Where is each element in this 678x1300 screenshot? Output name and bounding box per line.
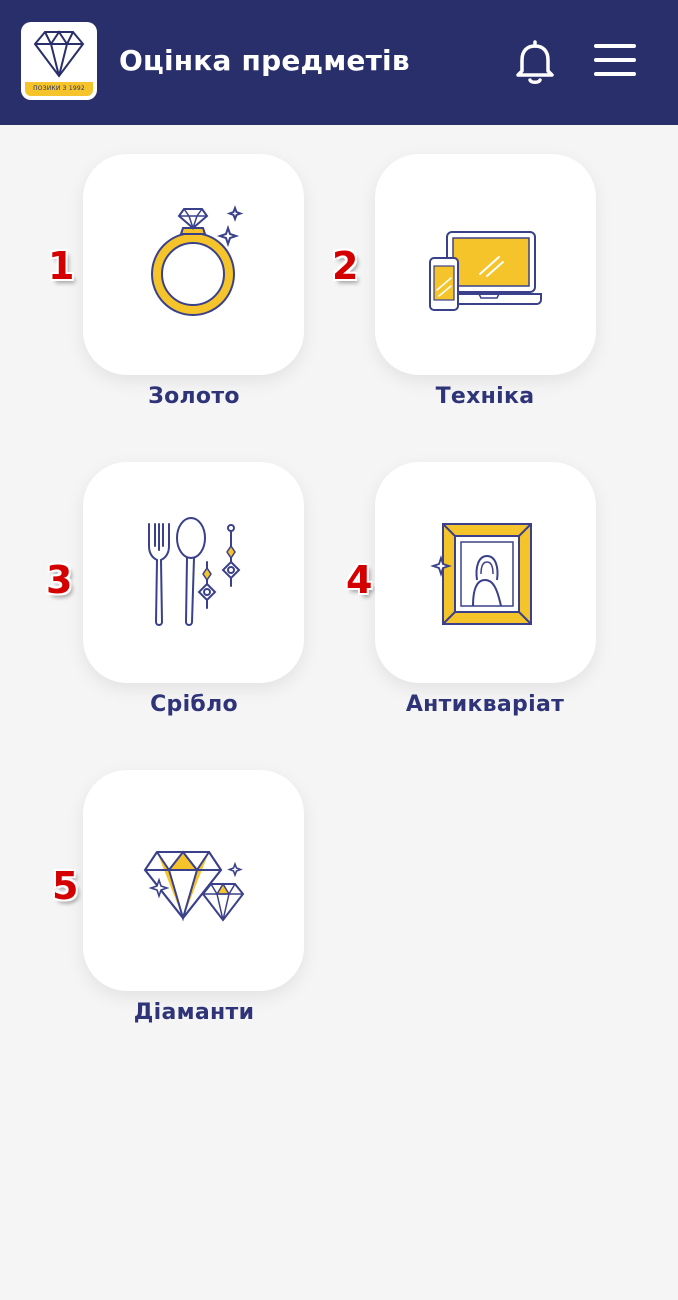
logo-tagline: ПОЗИКИ З 1992 [25, 82, 93, 96]
category-number: 1 [48, 244, 75, 288]
category-tile-antiques[interactable] [375, 462, 596, 683]
brand-logo[interactable]: ПОЗИКИ З 1992 [21, 22, 97, 100]
category-tile-electronics[interactable] [375, 154, 596, 375]
category-number: 2 [332, 244, 359, 288]
hamburger-menu-icon[interactable] [592, 40, 638, 80]
category-number: 4 [346, 558, 373, 602]
gold-ring-icon [151, 205, 244, 316]
electronics-icon [429, 231, 542, 311]
category-label-antiques: Антикваріат [405, 692, 565, 717]
category-label-electronics: Техніка [435, 384, 535, 409]
diamond-logo-icon [33, 30, 85, 78]
category-label-silver: Срібло [150, 692, 238, 717]
app-header: ПОЗИКИ З 1992 Оцінка предметів [0, 0, 678, 125]
category-tile-silver[interactable] [83, 462, 304, 683]
antique-painting-icon [430, 523, 532, 625]
category-label-gold: Золото [148, 384, 240, 409]
bell-icon[interactable] [512, 38, 558, 84]
category-label-diamonds: Діаманти [133, 1000, 255, 1025]
category-tile-diamonds[interactable] [83, 770, 304, 991]
diamonds-icon [143, 850, 245, 922]
category-tile-gold[interactable] [83, 154, 304, 375]
page-title: Оцінка предметів [119, 44, 410, 77]
category-number: 3 [46, 558, 73, 602]
silverware-icon [148, 517, 241, 626]
category-number: 5 [52, 864, 79, 908]
